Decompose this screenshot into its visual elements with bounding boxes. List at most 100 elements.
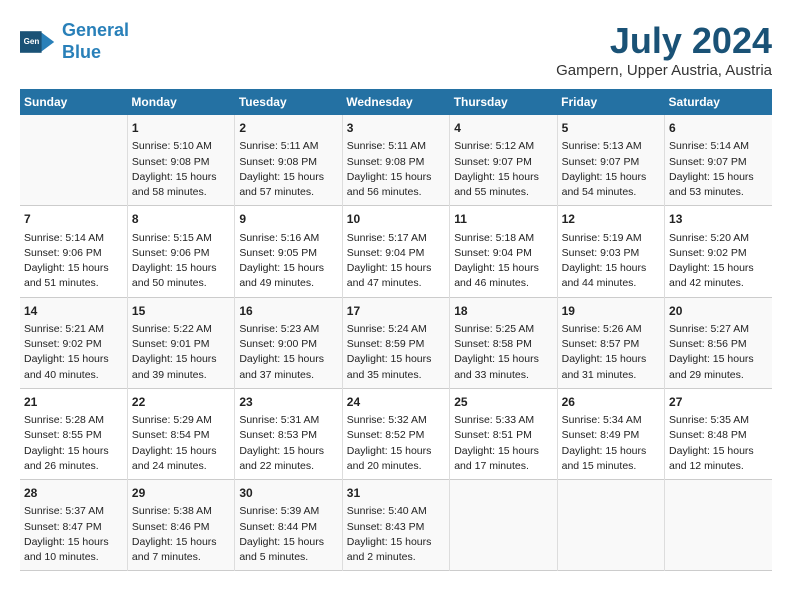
- calendar-cell: 8 Sunrise: 5:15 AM Sunset: 9:06 PM Daylig…: [127, 206, 234, 297]
- calendar-cell: 25 Sunrise: 5:33 AM Sunset: 8:51 PM Dayli…: [450, 388, 557, 479]
- day-number: 22: [132, 394, 230, 411]
- day-number: 11: [454, 211, 552, 228]
- logo-name-top: General: [62, 20, 129, 42]
- calendar-cell: [20, 115, 127, 206]
- header-cell-thursday: Thursday: [450, 89, 557, 115]
- calendar-cell: 22 Sunrise: 5:29 AM Sunset: 8:54 PM Dayli…: [127, 388, 234, 479]
- week-row-4: 21Sunrise: 5:28 AM Sunset: 8:55 PM Dayli…: [20, 388, 772, 479]
- day-number: 24: [347, 394, 445, 411]
- calendar-cell: 27 Sunrise: 5:35 AM Sunset: 8:48 PM Dayli…: [665, 388, 772, 479]
- week-row-5: 28 Sunrise: 5:37 AM Sunset: 8:47 PM Dayli…: [20, 480, 772, 571]
- day-info: Sunrise: 5:18 AM Sunset: 9:04 PM Dayligh…: [454, 231, 552, 292]
- location: Gampern, Upper Austria, Austria: [556, 62, 772, 79]
- calendar-cell: [665, 480, 772, 571]
- day-number: 14: [24, 303, 123, 320]
- day-info: Sunrise: 5:11 AM Sunset: 9:08 PM Dayligh…: [347, 139, 445, 200]
- calendar-table: SundayMondayTuesdayWednesdayThursdayFrid…: [20, 89, 772, 571]
- day-info: Sunrise: 5:23 AM Sunset: 9:00 PM Dayligh…: [239, 322, 337, 383]
- day-info: Sunrise: 5:11 AM Sunset: 9:08 PM Dayligh…: [239, 139, 337, 200]
- day-number: 25: [454, 394, 552, 411]
- day-info: Sunrise: 5:27 AM Sunset: 8:56 PM Dayligh…: [669, 322, 768, 383]
- day-number: 15: [132, 303, 230, 320]
- day-number: 28: [24, 485, 123, 502]
- day-info: Sunrise: 5:15 AM Sunset: 9:06 PM Dayligh…: [132, 231, 230, 292]
- day-number: 6: [669, 120, 768, 137]
- calendar-cell: 15 Sunrise: 5:22 AM Sunset: 9:01 PM Dayli…: [127, 297, 234, 388]
- day-info: Sunrise: 5:14 AM Sunset: 9:07 PM Dayligh…: [669, 139, 768, 200]
- calendar-cell: 12Sunrise: 5:19 AM Sunset: 9:03 PM Dayli…: [557, 206, 664, 297]
- week-row-1: 1Sunrise: 5:10 AM Sunset: 9:08 PM Daylig…: [20, 115, 772, 206]
- calendar-cell: [450, 480, 557, 571]
- day-info: Sunrise: 5:12 AM Sunset: 9:07 PM Dayligh…: [454, 139, 552, 200]
- logo-icon: Gen: [20, 24, 56, 60]
- page-header: Gen General Blue July 2024 Gampern, Uppe…: [20, 20, 772, 79]
- calendar-cell: 2 Sunrise: 5:11 AM Sunset: 9:08 PM Daylig…: [235, 115, 342, 206]
- day-info: Sunrise: 5:21 AM Sunset: 9:02 PM Dayligh…: [24, 322, 123, 383]
- month-title: July 2024: [556, 20, 772, 62]
- header-cell-monday: Monday: [127, 89, 234, 115]
- calendar-cell: 20 Sunrise: 5:27 AM Sunset: 8:56 PM Dayli…: [665, 297, 772, 388]
- logo: Gen General Blue: [20, 20, 129, 63]
- day-number: 26: [562, 394, 660, 411]
- calendar-cell: 6 Sunrise: 5:14 AM Sunset: 9:07 PM Daylig…: [665, 115, 772, 206]
- day-info: Sunrise: 5:13 AM Sunset: 9:07 PM Dayligh…: [562, 139, 660, 200]
- calendar-cell: 21Sunrise: 5:28 AM Sunset: 8:55 PM Dayli…: [20, 388, 127, 479]
- day-number: 5: [562, 120, 660, 137]
- day-info: Sunrise: 5:14 AM Sunset: 9:06 PM Dayligh…: [24, 231, 123, 292]
- day-number: 16: [239, 303, 337, 320]
- logo-name-bottom: Blue: [62, 42, 129, 64]
- week-row-3: 14 Sunrise: 5:21 AM Sunset: 9:02 PM Dayli…: [20, 297, 772, 388]
- calendar-cell: 23Sunrise: 5:31 AM Sunset: 8:53 PM Dayli…: [235, 388, 342, 479]
- day-info: Sunrise: 5:16 AM Sunset: 9:05 PM Dayligh…: [239, 231, 337, 292]
- day-info: Sunrise: 5:35 AM Sunset: 8:48 PM Dayligh…: [669, 413, 768, 474]
- calendar-cell: 5 Sunrise: 5:13 AM Sunset: 9:07 PM Daylig…: [557, 115, 664, 206]
- day-number: 17: [347, 303, 445, 320]
- day-number: 1: [132, 120, 230, 137]
- day-number: 20: [669, 303, 768, 320]
- calendar-cell: 4 Sunrise: 5:12 AM Sunset: 9:07 PM Daylig…: [450, 115, 557, 206]
- day-info: Sunrise: 5:24 AM Sunset: 8:59 PM Dayligh…: [347, 322, 445, 383]
- svg-text:Gen: Gen: [24, 36, 40, 45]
- day-number: 21: [24, 394, 123, 411]
- day-number: 27: [669, 394, 768, 411]
- calendar-cell: 3 Sunrise: 5:11 AM Sunset: 9:08 PM Daylig…: [342, 115, 449, 206]
- calendar-cell: 16 Sunrise: 5:23 AM Sunset: 9:00 PM Dayli…: [235, 297, 342, 388]
- day-info: Sunrise: 5:39 AM Sunset: 8:44 PM Dayligh…: [239, 504, 337, 565]
- day-number: 2: [239, 120, 337, 137]
- day-number: 10: [347, 211, 445, 228]
- day-info: Sunrise: 5:40 AM Sunset: 8:43 PM Dayligh…: [347, 504, 445, 565]
- day-info: Sunrise: 5:22 AM Sunset: 9:01 PM Dayligh…: [132, 322, 230, 383]
- day-info: Sunrise: 5:26 AM Sunset: 8:57 PM Dayligh…: [562, 322, 660, 383]
- title-block: July 2024 Gampern, Upper Austria, Austri…: [556, 20, 772, 79]
- calendar-cell: 30Sunrise: 5:39 AM Sunset: 8:44 PM Dayli…: [235, 480, 342, 571]
- day-number: 12: [562, 211, 660, 228]
- day-number: 8: [132, 211, 230, 228]
- day-info: Sunrise: 5:33 AM Sunset: 8:51 PM Dayligh…: [454, 413, 552, 474]
- day-number: 7: [24, 211, 123, 228]
- calendar-cell: 18 Sunrise: 5:25 AM Sunset: 8:58 PM Dayli…: [450, 297, 557, 388]
- week-row-2: 7 Sunrise: 5:14 AM Sunset: 9:06 PM Daylig…: [20, 206, 772, 297]
- calendar-cell: 1Sunrise: 5:10 AM Sunset: 9:08 PM Daylig…: [127, 115, 234, 206]
- day-info: Sunrise: 5:37 AM Sunset: 8:47 PM Dayligh…: [24, 504, 123, 565]
- calendar-cell: 19Sunrise: 5:26 AM Sunset: 8:57 PM Dayli…: [557, 297, 664, 388]
- header-cell-sunday: Sunday: [20, 89, 127, 115]
- day-info: Sunrise: 5:20 AM Sunset: 9:02 PM Dayligh…: [669, 231, 768, 292]
- day-info: Sunrise: 5:25 AM Sunset: 8:58 PM Dayligh…: [454, 322, 552, 383]
- header-cell-wednesday: Wednesday: [342, 89, 449, 115]
- calendar-cell: 28 Sunrise: 5:37 AM Sunset: 8:47 PM Dayli…: [20, 480, 127, 571]
- day-info: Sunrise: 5:29 AM Sunset: 8:54 PM Dayligh…: [132, 413, 230, 474]
- calendar-cell: 17 Sunrise: 5:24 AM Sunset: 8:59 PM Dayli…: [342, 297, 449, 388]
- calendar-cell: 7 Sunrise: 5:14 AM Sunset: 9:06 PM Daylig…: [20, 206, 127, 297]
- day-number: 18: [454, 303, 552, 320]
- day-info: Sunrise: 5:38 AM Sunset: 8:46 PM Dayligh…: [132, 504, 230, 565]
- header-row: SundayMondayTuesdayWednesdayThursdayFrid…: [20, 89, 772, 115]
- day-info: Sunrise: 5:32 AM Sunset: 8:52 PM Dayligh…: [347, 413, 445, 474]
- calendar-header: SundayMondayTuesdayWednesdayThursdayFrid…: [20, 89, 772, 115]
- calendar-cell: 9 Sunrise: 5:16 AM Sunset: 9:05 PM Daylig…: [235, 206, 342, 297]
- day-number: 13: [669, 211, 768, 228]
- day-number: 4: [454, 120, 552, 137]
- header-cell-tuesday: Tuesday: [235, 89, 342, 115]
- day-number: 9: [239, 211, 337, 228]
- day-number: 3: [347, 120, 445, 137]
- header-cell-saturday: Saturday: [665, 89, 772, 115]
